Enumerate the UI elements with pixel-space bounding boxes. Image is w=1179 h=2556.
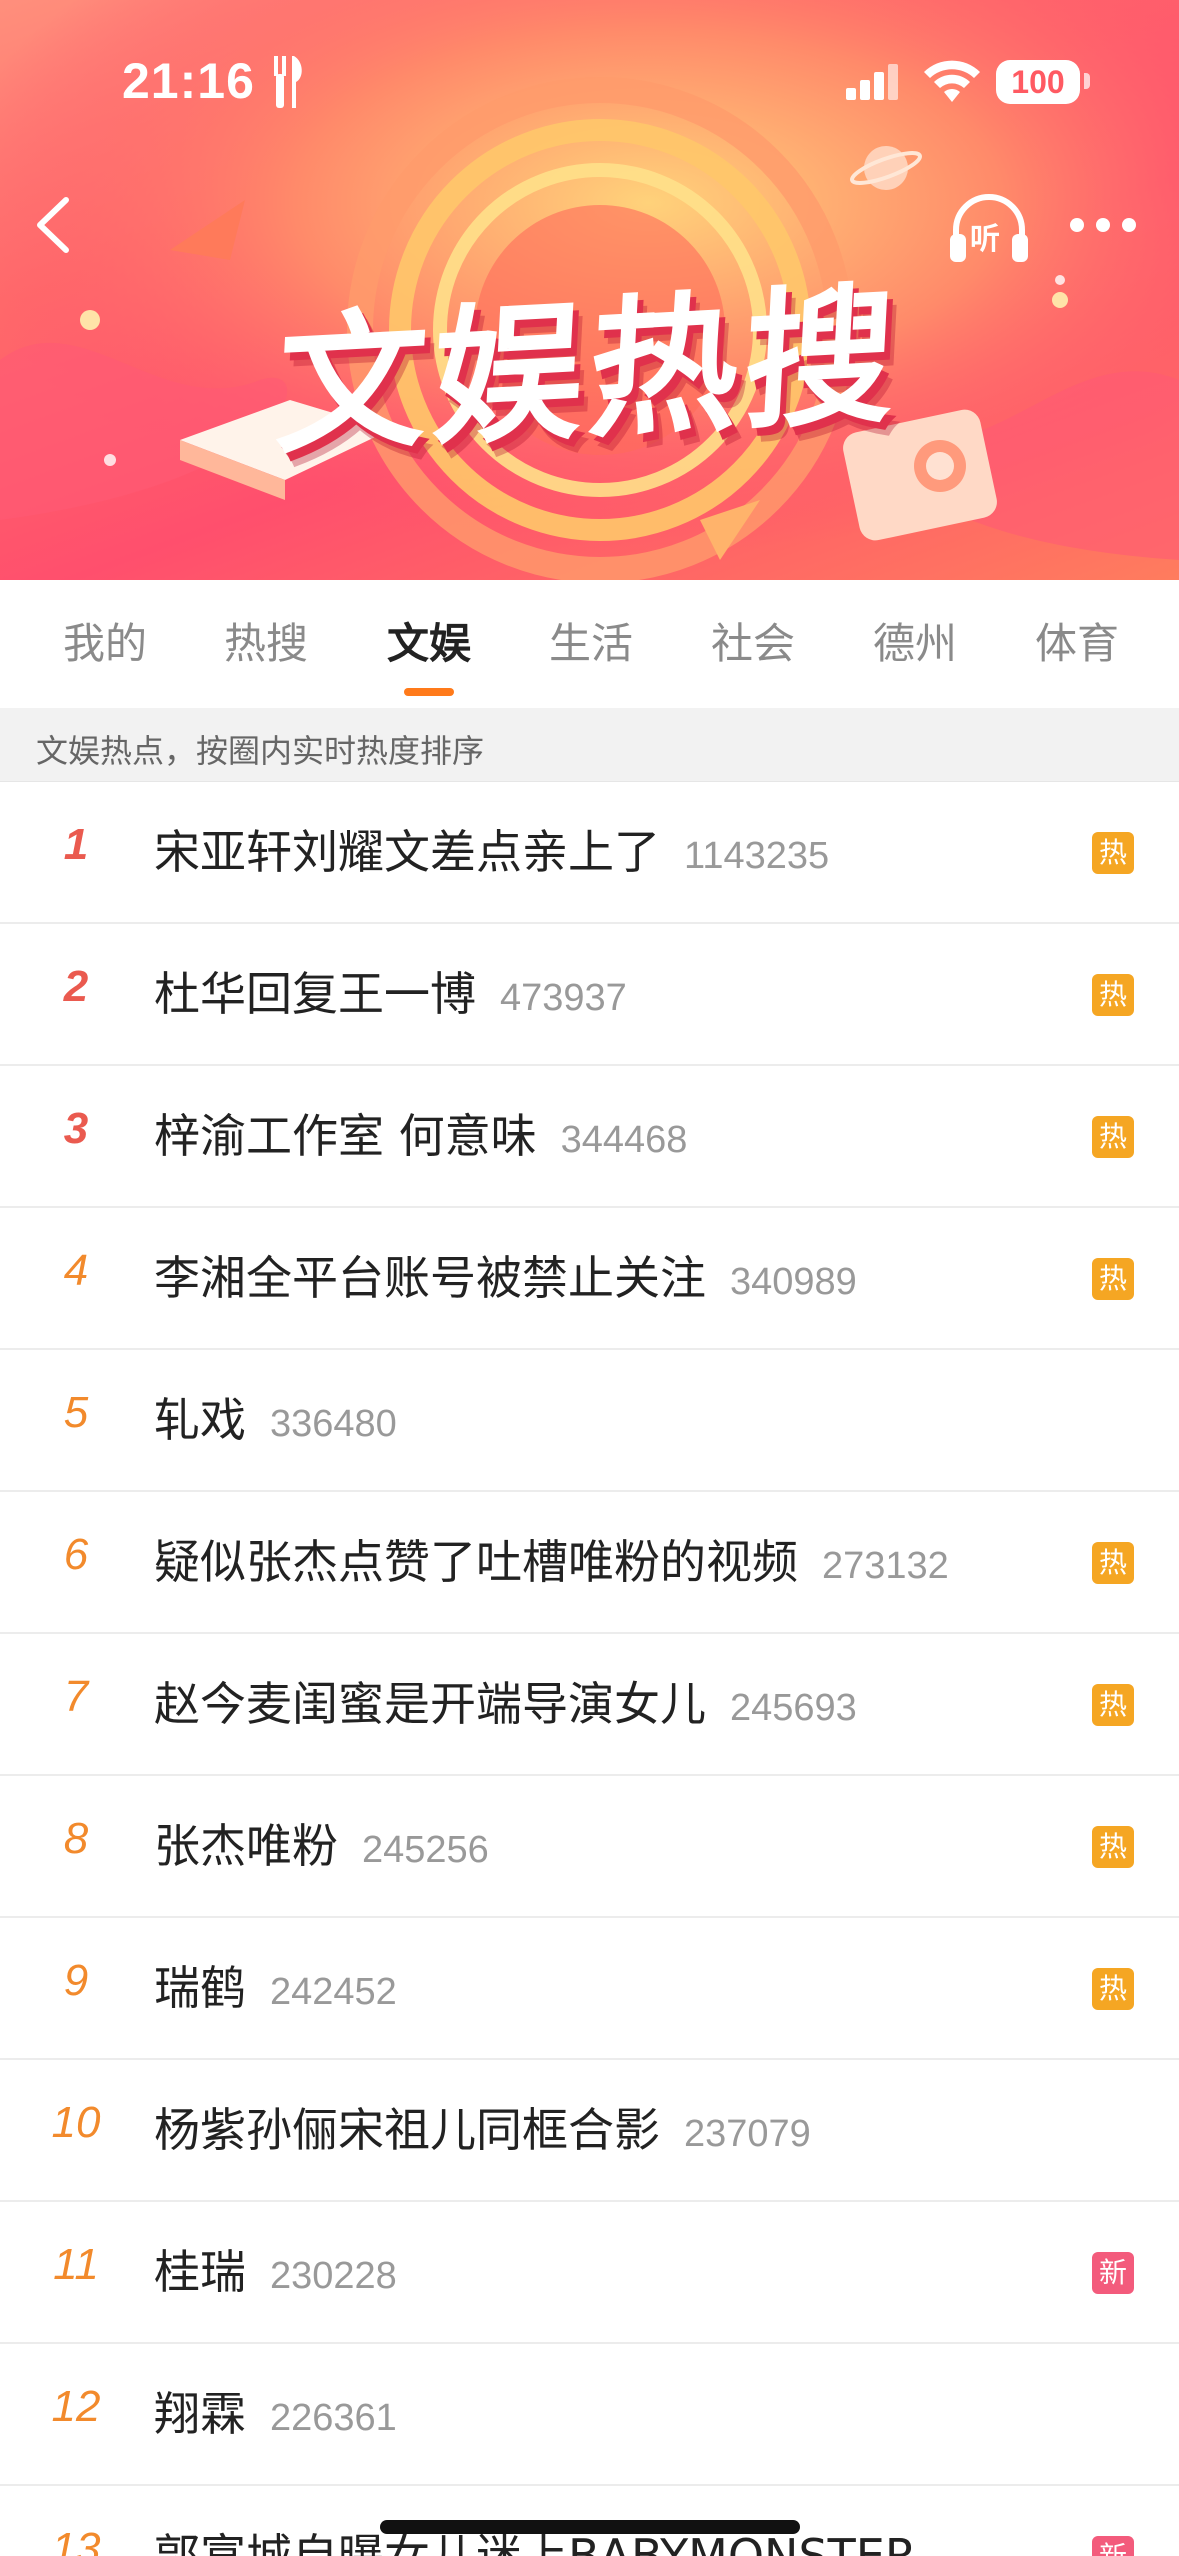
- list-item[interactable]: 4 李湘全平台账号被禁止关注 340989 热: [0, 1208, 1179, 1350]
- rank-number: 9: [63, 1956, 89, 2005]
- tab-life[interactable]: 生活: [506, 610, 676, 680]
- hot-badge: 热: [1092, 974, 1134, 1016]
- heat-count: 344468: [560, 1119, 688, 1161]
- rank-number: 13: [51, 2524, 101, 2556]
- hot-badge: 热: [1092, 1542, 1134, 1584]
- heat-count: 273132: [822, 1545, 949, 1587]
- new-badge: 新: [1092, 2252, 1134, 2294]
- list-item[interactable]: 7 赵今麦闺蜜是开端导演女儿 245693 热: [0, 1634, 1179, 1776]
- hot-badge: 热: [1092, 1684, 1134, 1726]
- list-item[interactable]: 6 疑似张杰点赞了吐槽唯粉的视频 273132 热: [0, 1492, 1179, 1634]
- list-description-bar: 文娱热点，按圈内实时热度排序: [0, 708, 1179, 782]
- rank-number: 12: [51, 2382, 101, 2431]
- list-item[interactable]: 3 梓渝工作室 何意味 344468 热: [0, 1066, 1179, 1208]
- topic-title: 翔霖: [154, 2387, 246, 2441]
- topic-title: 张杰唯粉: [154, 1819, 338, 1873]
- topic-title: 李湘全平台账号被禁止关注: [154, 1251, 706, 1305]
- rank-number: 8: [63, 1814, 89, 1863]
- rank-number: 5: [63, 1388, 89, 1437]
- list-item[interactable]: 5 轧戏 336480: [0, 1350, 1179, 1492]
- header-banner: 21:16 100 听 文娱热搜: [0, 0, 1179, 580]
- topic-title: 杨紫孙俪宋祖儿同框合影: [154, 2103, 660, 2157]
- rank-number: 6: [63, 1530, 89, 1579]
- new-badge: 新: [1092, 2536, 1134, 2556]
- topic-title: 杜华回复王一博: [154, 967, 476, 1021]
- status-bar: 21:16 100: [0, 52, 1179, 122]
- rank-number: 2: [63, 962, 89, 1011]
- heat-count: 237079: [684, 2113, 811, 2155]
- heat-count: 473937: [500, 977, 627, 1019]
- heat-count: 340989: [730, 1261, 857, 1303]
- heat-count: 230228: [270, 2255, 397, 2297]
- status-time: 21:16: [122, 53, 255, 109]
- tab-hot-search[interactable]: 热搜: [181, 610, 351, 680]
- topic-title: 轧戏: [154, 1393, 246, 1447]
- tab-entertainment[interactable]: 文娱: [344, 610, 514, 680]
- tab-sports[interactable]: 体育: [992, 610, 1162, 680]
- topic-title: 瑞鹤: [154, 1961, 246, 2015]
- hot-badge: 热: [1092, 1826, 1134, 1868]
- hot-badge: 热: [1092, 832, 1134, 874]
- back-arrow-icon[interactable]: [22, 190, 92, 260]
- heat-count: 242452: [270, 1971, 397, 2013]
- cellular-signal-icon: [846, 64, 898, 100]
- topic-title: 赵今麦闺蜜是开端导演女儿: [154, 1677, 706, 1731]
- heat-count: 245693: [730, 1687, 857, 1729]
- battery-indicator: 100: [996, 60, 1080, 104]
- rank-number: 4: [63, 1246, 89, 1295]
- list-description: 文娱热点，按圈内实时热度排序: [36, 732, 485, 770]
- hot-badge: 热: [1092, 1968, 1134, 2010]
- topic-title: 桂瑞: [154, 2245, 246, 2299]
- tab-mine[interactable]: 我的: [20, 610, 190, 680]
- home-indicator[interactable]: [380, 2520, 800, 2534]
- hot-badge: 热: [1092, 1258, 1134, 1300]
- list-item[interactable]: 8 张杰唯粉 245256 热: [0, 1776, 1179, 1918]
- heat-count: 226361: [270, 2397, 397, 2439]
- category-tabs: 我的 热搜 文娱 生活 社会 德州 体育: [0, 580, 1179, 708]
- list-item[interactable]: 12 翔霖 226361: [0, 2344, 1179, 2486]
- list-item[interactable]: 10 杨紫孙俪宋祖儿同框合影 237079: [0, 2060, 1179, 2202]
- list-item[interactable]: 9 瑞鹤 242452 热: [0, 1918, 1179, 2060]
- rank-number: 11: [53, 2240, 99, 2289]
- rank-number: 1: [63, 820, 89, 869]
- heat-count: 245256: [362, 1829, 489, 1871]
- topic-title: 宋亚轩刘耀文差点亲上了: [154, 825, 660, 879]
- battery-tip: [1084, 73, 1090, 89]
- tab-society[interactable]: 社会: [668, 610, 838, 680]
- list-item[interactable]: 1 宋亚轩刘耀文差点亲上了 1143235 热: [0, 782, 1179, 924]
- heat-count: 1143235: [684, 835, 830, 877]
- fork-knife-icon: [274, 56, 302, 108]
- hot-badge: 热: [1092, 1116, 1134, 1158]
- heat-count: 336480: [270, 1403, 397, 1445]
- rank-number: 3: [63, 1104, 89, 1153]
- topic-title: 疑似张杰点赞了吐槽唯粉的视频: [154, 1535, 798, 1589]
- active-tab-indicator: [404, 688, 454, 696]
- wifi-icon: [924, 60, 980, 102]
- rank-number: 10: [51, 2098, 101, 2147]
- tab-dezhou[interactable]: 德州: [830, 610, 1000, 680]
- topic-title: 梓渝工作室 何意味: [154, 1109, 537, 1163]
- list-item[interactable]: 11 桂瑞 230228 新: [0, 2202, 1179, 2344]
- list-item[interactable]: 2 杜华回复王一博 473937 热: [0, 924, 1179, 1066]
- rank-number: 7: [63, 1672, 89, 1721]
